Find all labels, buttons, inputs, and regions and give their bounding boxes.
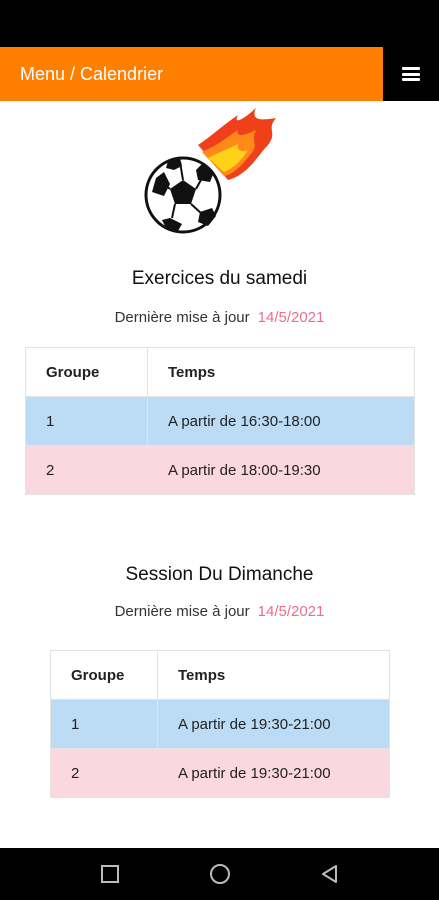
time-cell: A partir de 16:30-18:00: [147, 396, 415, 446]
time-cell: A partir de 19:30-21:00: [157, 748, 390, 798]
table-row: 1 A partir de 19:30-21:00: [50, 699, 390, 749]
last-update-date: 14/5/2021: [257, 309, 325, 326]
time-cell: A partir de 19:30-21:00: [157, 699, 390, 749]
table-header-row: Groupe Temps: [50, 650, 390, 700]
recents-button[interactable]: [80, 848, 140, 900]
section-title-sunday: Session Du Dimanche: [125, 564, 314, 585]
triangle-back-icon: [322, 865, 337, 883]
app-title: Menu / Calendrier: [0, 47, 383, 101]
group-cell: 1: [50, 699, 158, 749]
square-icon: [101, 865, 119, 883]
table-header-row: Groupe Temps: [25, 347, 415, 397]
system-nav-bar: [0, 848, 439, 900]
group-cell: 1: [25, 396, 148, 446]
column-header-group: Groupe: [25, 347, 148, 397]
flaming-soccer-ball-icon: [144, 108, 276, 234]
app-bar: Menu / Calendrier: [0, 47, 439, 101]
time-cell: A partir de 18:00-19:30: [147, 445, 415, 495]
hamburger-icon: [402, 67, 420, 81]
column-header-time: Temps: [147, 347, 415, 397]
table-row: 2 A partir de 19:30-21:00: [50, 748, 390, 798]
status-bar: [0, 0, 439, 47]
last-update-label: Dernière mise à jour: [114, 603, 250, 620]
last-update-sunday: Dernière mise à jour 14/5/2021: [0, 603, 439, 620]
last-update-saturday: Dernière mise à jour 14/5/2021: [0, 309, 439, 326]
schedule-table-saturday: Groupe Temps 1 A partir de 16:30-18:00 2…: [25, 347, 415, 495]
schedule-table-sunday: Groupe Temps 1 A partir de 19:30-21:00 2…: [50, 650, 390, 798]
home-button[interactable]: [190, 848, 250, 900]
menu-button[interactable]: [383, 47, 439, 101]
last-update-label: Dernière mise à jour: [114, 309, 250, 326]
back-button[interactable]: [300, 848, 360, 900]
column-header-group: Groupe: [50, 650, 158, 700]
last-update-date: 14/5/2021: [257, 603, 325, 620]
section-title-saturday: Exercices du samedi: [131, 268, 308, 289]
group-cell: 2: [50, 748, 158, 798]
column-header-time: Temps: [157, 650, 390, 700]
table-row: 1 A partir de 16:30-18:00: [25, 396, 415, 446]
group-cell: 2: [25, 445, 148, 495]
table-row: 2 A partir de 18:00-19:30: [25, 445, 415, 495]
circle-icon: [210, 864, 230, 884]
